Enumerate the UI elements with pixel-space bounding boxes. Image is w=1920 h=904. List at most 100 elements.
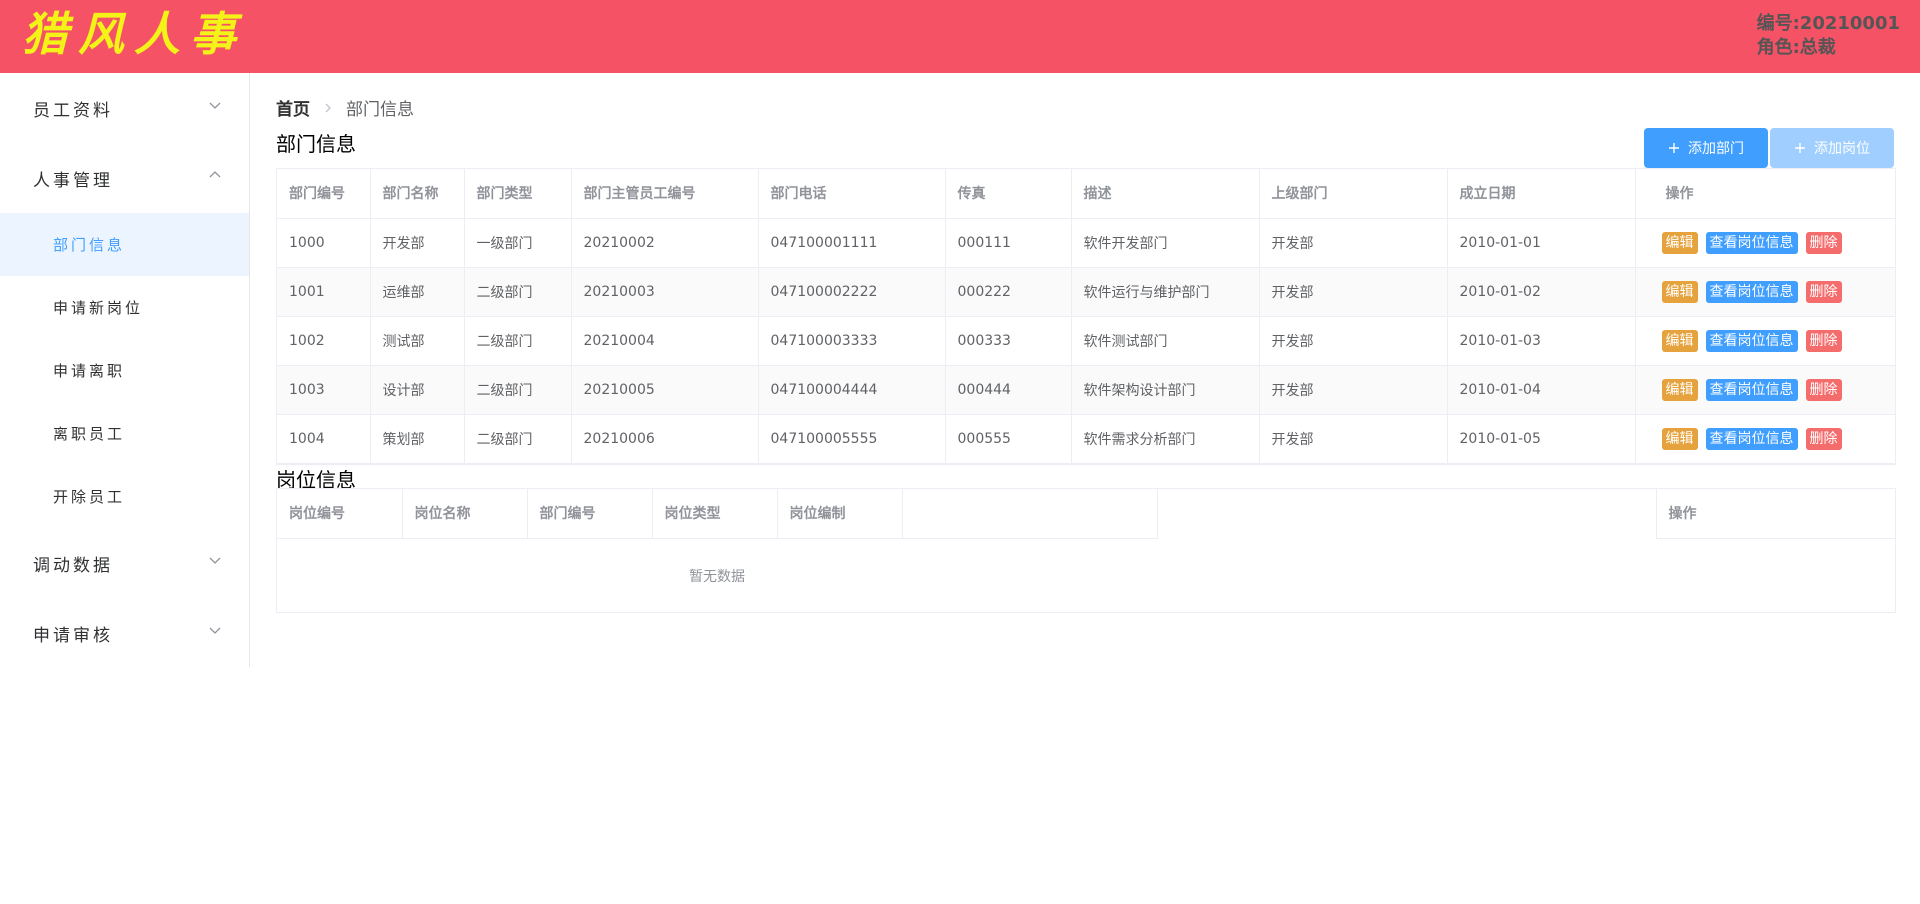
table-cell: 二级部门	[464, 267, 572, 317]
sidebar-item-dismissed-employees[interactable]: 开除员工	[0, 465, 249, 528]
table-cell: 软件运行与维护部门	[1071, 267, 1260, 317]
table-cell: 2010-01-03	[1447, 316, 1636, 366]
table-cell: 开发部	[1259, 316, 1448, 366]
column-header: 上级部门	[1259, 169, 1448, 219]
sidebar-menu: 员工资料 人事管理 部门信息 申请新岗位 申请离职 离职员工 开除员工 调动数据…	[0, 73, 250, 667]
view-posts-button[interactable]: 查看岗位信息	[1705, 329, 1798, 352]
delete-button[interactable]: 删除	[1805, 231, 1842, 254]
add-department-label: 添加部门	[1688, 141, 1744, 157]
table-cell: 软件架构设计部门	[1071, 365, 1260, 415]
menu-group-hr-management[interactable]: 人事管理	[0, 143, 249, 213]
table-cell: 开发部	[1259, 365, 1448, 415]
breadcrumb-home[interactable]: 首页	[276, 95, 310, 120]
table-cell: 1004	[277, 414, 371, 464]
table-cell: 2010-01-05	[1447, 414, 1636, 464]
menu-group-label: 申请审核	[33, 625, 113, 646]
user-id: 编号:20210001	[1756, 13, 1900, 34]
column-header	[902, 489, 1158, 539]
breadcrumb-current: 部门信息	[346, 100, 414, 120]
menu-group-application-review[interactable]: 申请审核	[0, 598, 249, 668]
table-cell: 软件需求分析部门	[1071, 414, 1260, 464]
actions-cell: 编辑 查看岗位信息 删除	[1635, 218, 1895, 268]
table-cell: 2010-01-01	[1447, 218, 1636, 268]
table-row: 1004 策划部 二级部门 20210006 047100005555 000555 软件需…	[277, 414, 1895, 464]
edit-button[interactable]: 编辑	[1661, 231, 1698, 254]
table-cell: 一级部门	[464, 218, 572, 268]
delete-button[interactable]: 删除	[1805, 378, 1842, 401]
column-header: 部门类型	[464, 169, 572, 219]
user-info: 编号:20210001 角色:总裁	[1757, 12, 1900, 60]
delete-button[interactable]: 删除	[1805, 427, 1842, 450]
table-header-row: 部门编号 部门名称 部门类型 部门主管员工编号 部门电话 传真 描述 上级部门 …	[277, 169, 1895, 219]
view-posts-button[interactable]: 查看岗位信息	[1705, 427, 1798, 450]
table-cell: 1001	[277, 267, 371, 317]
add-department-button[interactable]: 添加部门	[1644, 128, 1768, 168]
sidebar-item-apply-new-post[interactable]: 申请新岗位	[0, 276, 249, 339]
delete-button[interactable]: 删除	[1805, 329, 1842, 352]
chevron-up-icon	[209, 171, 221, 178]
table-cell: 开发部	[370, 218, 465, 268]
menu-group-label: 员工资料	[33, 100, 113, 121]
table-cell: 047100004444	[758, 365, 946, 415]
table-cell: 000222	[945, 267, 1072, 317]
edit-button[interactable]: 编辑	[1661, 427, 1698, 450]
table-cell: 测试部	[370, 316, 465, 366]
chevron-down-icon	[209, 102, 221, 109]
table-cell: 000333	[945, 316, 1072, 366]
table-cell: 20210003	[571, 267, 759, 317]
column-header: 部门编号	[527, 489, 653, 539]
table-row: 1003 设计部 二级部门 20210005 047100004444 000444 软件架…	[277, 365, 1895, 415]
add-post-button[interactable]: 添加岗位	[1770, 128, 1894, 168]
column-header: 岗位名称	[402, 489, 528, 539]
table-cell: 000111	[945, 218, 1072, 268]
table-cell: 1003	[277, 365, 371, 415]
column-header: 描述	[1071, 169, 1260, 219]
menu-group-employee-info[interactable]: 员工资料	[0, 73, 249, 143]
table-cell: 2010-01-04	[1447, 365, 1636, 415]
menu-group-label: 调动数据	[33, 555, 113, 576]
sidebar-item-apply-resign[interactable]: 申请离职	[0, 339, 249, 402]
table-cell: 设计部	[370, 365, 465, 415]
column-header: 岗位编号	[277, 489, 403, 539]
plus-icon	[1669, 143, 1679, 153]
chevron-down-icon	[209, 557, 221, 564]
brand-logo: 猎风人事	[22, 7, 246, 61]
table-cell: 047100002222	[758, 267, 946, 317]
sidebar-item-resigned-employees[interactable]: 离职员工	[0, 402, 249, 465]
table-cell: 20210006	[571, 414, 759, 464]
actions-cell: 编辑 查看岗位信息 删除	[1635, 365, 1895, 415]
table-cell: 1000	[277, 218, 371, 268]
post-table: 岗位编号 岗位名称 部门编号 岗位类型 岗位编制 操作 暂无数据	[276, 488, 1896, 613]
table-row: 1000 开发部 一级部门 20210002 047100001111 000111 软件开…	[277, 218, 1895, 268]
edit-button[interactable]: 编辑	[1661, 378, 1698, 401]
table-cell: 开发部	[1259, 414, 1448, 464]
column-header: 传真	[945, 169, 1072, 219]
actions-cell: 编辑 查看岗位信息 删除	[1635, 316, 1895, 366]
table-cell: 开发部	[1259, 267, 1448, 317]
user-role: 角色:总裁	[1756, 37, 1836, 58]
chevron-right-icon	[322, 102, 334, 114]
table-cell: 二级部门	[464, 414, 572, 464]
table-cell: 策划部	[370, 414, 465, 464]
column-header: 岗位编制	[777, 489, 903, 539]
table-cell: 000555	[945, 414, 1072, 464]
view-posts-button[interactable]: 查看岗位信息	[1705, 280, 1798, 303]
menu-group-transfer-data[interactable]: 调动数据	[0, 528, 249, 598]
column-header: 操作	[1635, 169, 1895, 219]
column-header: 部门名称	[370, 169, 465, 219]
table-cell: 047100003333	[758, 316, 946, 366]
plus-icon	[1795, 143, 1805, 153]
menu-group-label: 人事管理	[33, 170, 113, 191]
delete-button[interactable]: 删除	[1805, 280, 1842, 303]
table-cell: 运维部	[370, 267, 465, 317]
edit-button[interactable]: 编辑	[1661, 329, 1698, 352]
edit-button[interactable]: 编辑	[1661, 280, 1698, 303]
view-posts-button[interactable]: 查看岗位信息	[1705, 231, 1798, 254]
table-cell: 二级部门	[464, 316, 572, 366]
view-posts-button[interactable]: 查看岗位信息	[1705, 378, 1798, 401]
column-header: 操作	[1656, 489, 1895, 539]
column-header: 部门电话	[758, 169, 946, 219]
table-cell: 20210002	[571, 218, 759, 268]
department-table: 部门编号 部门名称 部门类型 部门主管员工编号 部门电话 传真 描述 上级部门 …	[276, 168, 1896, 465]
sidebar-item-dept-info[interactable]: 部门信息	[0, 213, 249, 276]
